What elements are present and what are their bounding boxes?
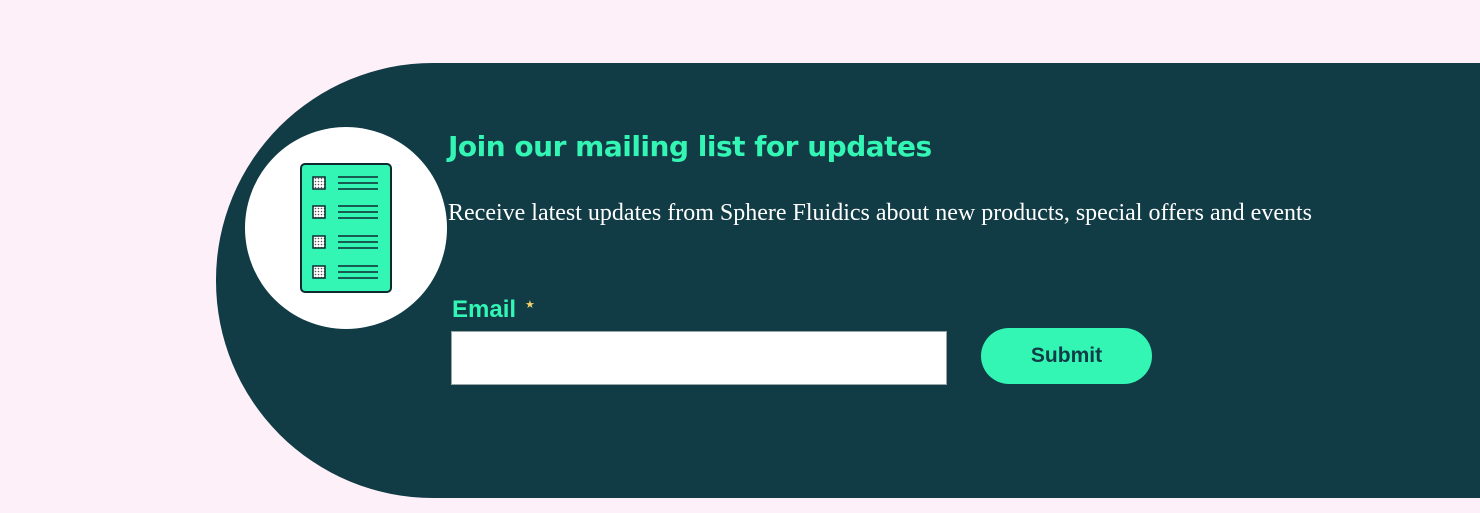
email-field[interactable]: [451, 331, 947, 385]
newsletter-description: Receive latest updates from Sphere Fluid…: [448, 200, 1312, 226]
email-label: Email: [452, 296, 517, 323]
required-star-icon: ★: [525, 299, 535, 311]
newsletter-title: Join our mailing list for updates: [448, 130, 932, 163]
checklist-icon: [300, 163, 392, 293]
checklist-icon-circle: [245, 127, 447, 329]
submit-button[interactable]: Submit: [981, 328, 1152, 384]
